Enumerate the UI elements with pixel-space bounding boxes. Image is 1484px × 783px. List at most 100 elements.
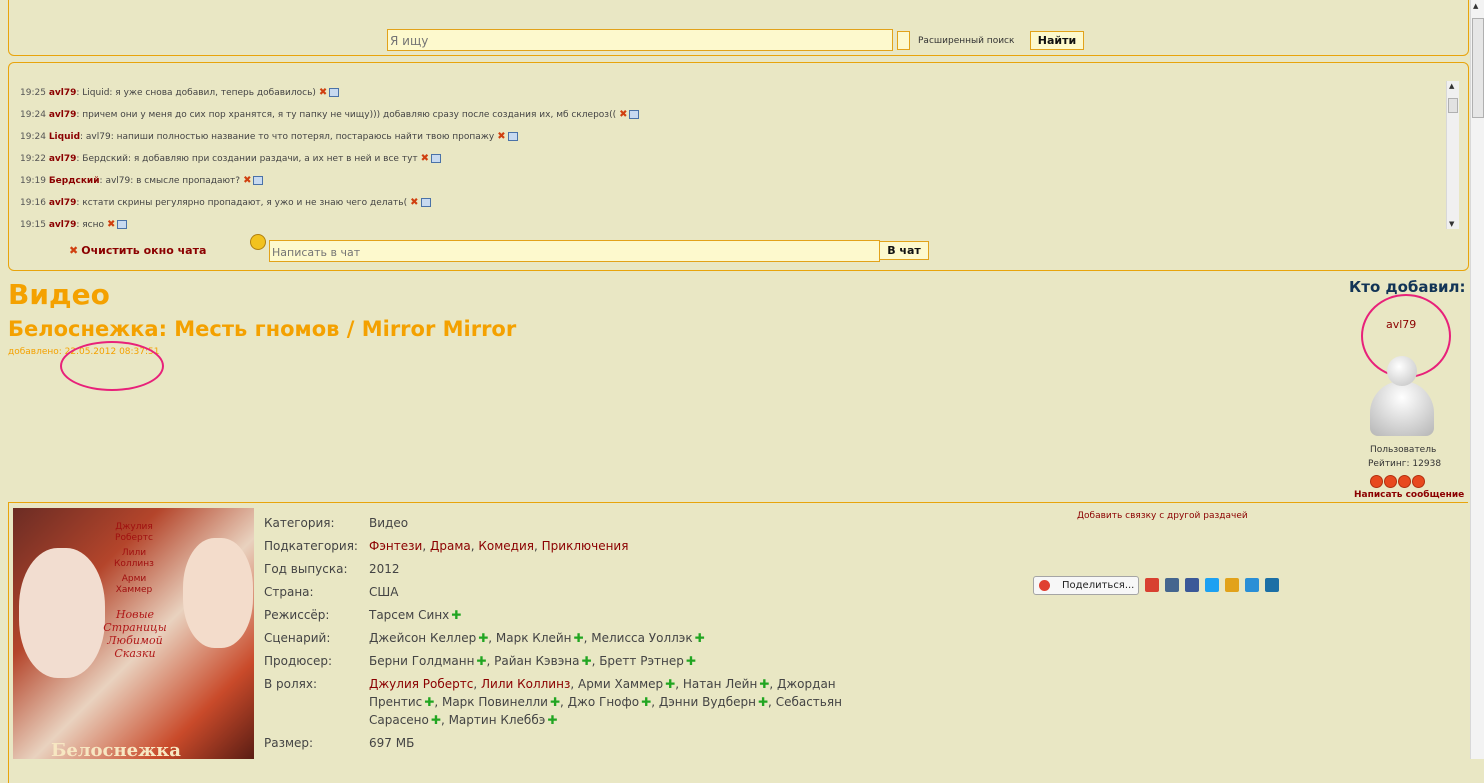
chat-message: 19:24 Liquid: avl79: напиши полностью на… (20, 131, 518, 143)
chat-nick[interactable]: avl79 (49, 110, 77, 120)
page-scrollbar[interactable]: ▲ (1470, 0, 1484, 759)
add-person-plus-icon[interactable]: ✚ (686, 654, 696, 668)
person-link[interactable]: Тарсем Синх (369, 608, 449, 622)
country-label: Страна: (264, 585, 314, 599)
share-button[interactable]: Поделиться... (1033, 576, 1139, 595)
person-link[interactable]: Джо Гнофо (568, 695, 639, 709)
search-input[interactable] (387, 29, 893, 51)
add-person-plus-icon[interactable]: ✚ (574, 631, 584, 645)
quote-icon[interactable] (420, 198, 431, 207)
category-value[interactable]: Видео (369, 514, 408, 532)
chat-text: : ясно (76, 220, 105, 230)
advanced-search-checkbox[interactable] (897, 31, 910, 50)
scroll-up-icon[interactable]: ▲ (1449, 82, 1454, 90)
add-person-plus-icon[interactable]: ✚ (695, 631, 705, 645)
chat-nick[interactable]: avl79 (49, 88, 77, 98)
add-person-plus-icon[interactable]: ✚ (665, 677, 675, 691)
subcategory-link[interactable]: Фэнтези (369, 539, 422, 553)
delete-icon[interactable]: ✖ (243, 175, 251, 186)
add-person-plus-icon[interactable]: ✚ (641, 695, 651, 709)
person-link[interactable]: Бретт Рэтнер (599, 654, 684, 668)
vkontakte-icon[interactable] (1165, 578, 1179, 592)
chat-time: 19:16 (20, 198, 49, 208)
add-link-button[interactable]: Добавить связку с другой раздачей (1077, 511, 1248, 521)
livejournal-icon[interactable] (1265, 578, 1279, 592)
moimir-icon[interactable] (1245, 578, 1259, 592)
add-person-plus-icon[interactable]: ✚ (759, 677, 769, 691)
chat-nick[interactable]: avl79 (49, 154, 77, 164)
year-value: 2012 (369, 562, 400, 576)
rating-label: Рейтинг: (1368, 459, 1413, 469)
add-person-plus-icon[interactable]: ✚ (582, 654, 592, 668)
share-label: Поделиться... (1062, 580, 1135, 591)
add-person-plus-icon[interactable]: ✚ (550, 695, 560, 709)
subcategory-link[interactable]: Комедия (478, 539, 534, 553)
quote-icon[interactable] (507, 132, 518, 141)
person-link[interactable]: Джейсон Келлер (369, 631, 476, 645)
avatar[interactable] (1368, 356, 1436, 436)
send-message-link[interactable]: Написать сообщение (1354, 490, 1464, 500)
twitter-icon[interactable] (1205, 578, 1219, 592)
page-scroll-up-icon[interactable]: ▲ (1473, 2, 1478, 10)
chat-message: 19:16 avl79: кстати скрины регулярно про… (20, 197, 431, 209)
subcategory-link[interactable]: Приключения (542, 539, 629, 553)
add-person-plus-icon[interactable]: ✚ (451, 608, 461, 622)
chat-scroll-thumb[interactable] (1448, 98, 1458, 113)
scroll-down-icon[interactable]: ▼ (1449, 220, 1454, 228)
person-link[interactable]: Дэнни Вудберн (659, 695, 756, 709)
delete-icon[interactable]: ✖ (497, 131, 505, 142)
page-scroll-thumb[interactable] (1472, 18, 1484, 118)
poster-image[interactable]: Джулия Робертс Лили Коллинз Арми Хаммер Новые… (13, 508, 254, 759)
person-link[interactable]: Марк Повинелли (442, 695, 548, 709)
rating-badge-icon (1412, 475, 1425, 488)
delete-icon[interactable]: ✖ (410, 197, 418, 208)
person-link[interactable]: Марк Клейн (496, 631, 572, 645)
add-person-plus-icon[interactable]: ✚ (476, 654, 486, 668)
chat-nick[interactable]: Liquid (49, 132, 80, 142)
odnoklassniki-icon[interactable] (1225, 578, 1239, 592)
clear-chat-button[interactable]: ✖ Очистить окно чата (69, 244, 206, 257)
person-link[interactable]: Лили Коллинз (481, 677, 570, 691)
add-person-plus-icon[interactable]: ✚ (424, 695, 434, 709)
person-link[interactable]: Мартин Клеббэ (449, 713, 546, 727)
chat-input[interactable] (269, 240, 880, 262)
quote-icon[interactable] (329, 88, 340, 97)
category-heading: Видео (8, 278, 110, 311)
user-role: Пользователь (1370, 445, 1437, 455)
facebook-icon[interactable] (1185, 578, 1199, 592)
delete-icon[interactable]: ✖ (619, 109, 627, 120)
subcategory-link[interactable]: Драма (430, 539, 471, 553)
poster-actor-name: Джулия (115, 522, 153, 532)
chat-nick[interactable]: Бердский (49, 176, 100, 186)
quote-icon[interactable] (629, 110, 640, 119)
delete-icon[interactable]: ✖ (319, 87, 327, 98)
add-person-plus-icon[interactable]: ✚ (431, 713, 441, 727)
person-link[interactable]: Натан Лейн (683, 677, 757, 691)
chat-nick[interactable]: avl79 (49, 220, 77, 230)
rating-badge-icon (1398, 475, 1411, 488)
chat-text: : Бердский: я добавляю при создании разд… (76, 154, 418, 164)
quote-icon[interactable] (117, 220, 128, 229)
chat-nick[interactable]: avl79 (49, 198, 77, 208)
poster-actor-name: Коллинз (114, 559, 154, 569)
quote-icon[interactable] (253, 176, 264, 185)
chat-scrollbar[interactable]: ▲ ▼ (1446, 81, 1459, 229)
find-button[interactable]: Найти (1030, 31, 1084, 50)
quote-icon[interactable] (431, 154, 442, 163)
info-icon[interactable] (1145, 578, 1159, 592)
add-person-plus-icon[interactable]: ✚ (758, 695, 768, 709)
delete-icon[interactable]: ✖ (107, 219, 115, 230)
add-person-plus-icon[interactable]: ✚ (478, 631, 488, 645)
add-person-plus-icon[interactable]: ✚ (547, 713, 557, 727)
person-link[interactable]: Мелисса Уоллэк (591, 631, 692, 645)
person-link[interactable]: Берни Голдманн (369, 654, 474, 668)
advanced-search-label[interactable]: Расширенный поиск (918, 36, 1014, 46)
smiley-icon[interactable] (250, 234, 266, 250)
person-link[interactable]: Райан Кэвэна (494, 654, 579, 668)
person-link[interactable]: Джулия Робертс (369, 677, 473, 691)
send-to-chat-button[interactable]: В чат (879, 241, 929, 260)
chat-message: 19:25 avl79: Liquid: я уже снова добавил… (20, 87, 340, 99)
delete-icon[interactable]: ✖ (421, 153, 429, 164)
chat-text: : кстати скрины регулярно пропадают, я у… (76, 198, 408, 208)
person-link[interactable]: Арми Хаммер (578, 677, 663, 691)
